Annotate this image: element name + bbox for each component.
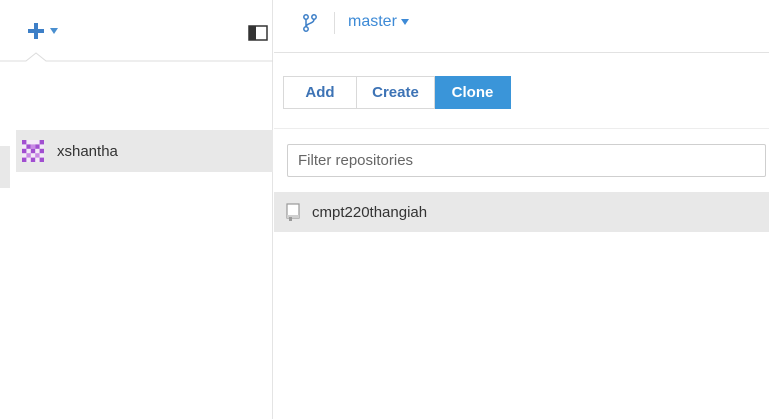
git-branch-icon (303, 14, 317, 32)
left-toolbar (0, 0, 273, 62)
repository-name: cmpt220thangiah (312, 203, 428, 221)
caret-down-icon (400, 19, 409, 25)
tab-clone[interactable]: Clone (435, 76, 511, 109)
content-divider (274, 128, 769, 129)
branch-name: master (348, 13, 397, 30)
branch-selector[interactable]: master (348, 13, 409, 31)
repository-mode-tabs: Add Create Clone (283, 76, 511, 109)
tab-add[interactable]: Add (283, 76, 357, 109)
app-window: xshantha master Add Create Clone cmpt220… (0, 0, 769, 419)
tab-create[interactable]: Create (357, 76, 435, 109)
tab-indicator (0, 52, 273, 62)
filter-repositories-input[interactable] (287, 144, 766, 177)
left-edge-marker (0, 146, 10, 188)
repository-icon (286, 203, 300, 221)
identicon-avatar (22, 140, 44, 162)
account-name: xshantha (57, 142, 118, 160)
caret-down-icon (50, 28, 58, 34)
account-item[interactable]: xshantha (16, 130, 273, 172)
accounts-sidebar: xshantha (0, 0, 273, 419)
add-repository-menu-button[interactable] (26, 18, 58, 44)
repository-list-item[interactable]: cmpt220thangiah (274, 192, 769, 232)
sidebar-toggle-icon[interactable] (248, 25, 268, 41)
branch-divider (334, 12, 335, 34)
plus-icon (28, 23, 44, 39)
